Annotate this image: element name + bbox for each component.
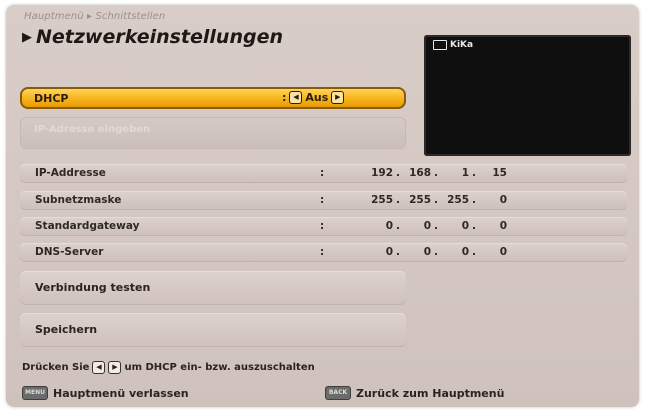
dhcp-label: DHCP [34, 92, 69, 105]
arrow-right-icon: ▶ [108, 361, 122, 374]
gateway-dot: . [434, 220, 438, 232]
exit-main-menu-label: Hauptmenü verlassen [53, 386, 189, 400]
subnet-octet-3: 255 [447, 194, 469, 206]
tv-preview [424, 35, 631, 156]
arrow-right-icon[interactable]: ▶ [331, 91, 345, 104]
breadcrumb: Hauptmenü ▸ Schnittstellen [24, 11, 166, 22]
ip-address-colon: : [320, 167, 325, 179]
gateway-octet-4: 0 [499, 220, 507, 232]
subnet-dot: . [396, 194, 400, 206]
subnet-octet-4: 0 [499, 194, 507, 206]
subnet-dot: . [434, 194, 438, 206]
dns-octet-2: 0 [423, 246, 431, 258]
dns-server-label: DNS-Server [35, 246, 104, 258]
hint-suffix: um DHCP ein- bzw. auszuschalten [124, 362, 315, 373]
back-main-menu-hint[interactable]: BACK Zurück zum Hauptmenü [325, 386, 504, 400]
ip-octet-3: 1 [461, 167, 469, 179]
page-title-text: Netzwerkeinstellungen [36, 26, 283, 48]
dns-server-colon: : [320, 246, 325, 258]
ip-entry-label: IP-Adresse eingeben [34, 124, 151, 135]
gateway-dot: . [396, 220, 400, 232]
subnet-mask-colon: : [320, 194, 325, 206]
ip-dot: . [396, 167, 400, 179]
menu-key-icon: MENU [22, 386, 48, 400]
arrow-left-icon: ◀ [92, 361, 106, 374]
ip-address-label: IP-Addresse [35, 167, 106, 179]
gateway-octet-3: 0 [461, 220, 469, 232]
page-title: ▶ Netzwerkeinstellungen [22, 26, 283, 48]
gateway-label: Standardgateway [35, 220, 140, 232]
subnet-dot: . [472, 194, 476, 206]
subnet-octet-1: 255 [371, 194, 393, 206]
hint-text: Drücken Sie ◀ ▶ um DHCP ein- bzw. auszus… [22, 361, 315, 374]
exit-main-menu-hint[interactable]: MENU Hauptmenü verlassen [22, 386, 189, 400]
dns-octet-1: 0 [385, 246, 393, 258]
dns-dot: . [472, 246, 476, 258]
dns-dot: . [434, 246, 438, 258]
subnet-mask-label: Subnetzmaske [35, 194, 122, 206]
dns-octet-4: 0 [499, 246, 507, 258]
ip-octet-4: 15 [492, 167, 507, 179]
test-connection-label: Verbindung testen [35, 281, 151, 294]
channel-badge: KiKa [433, 40, 473, 50]
arrow-left-icon[interactable]: ◀ [289, 91, 303, 104]
dns-octet-3: 0 [461, 246, 469, 258]
gateway-colon: : [320, 220, 325, 232]
save-label: Speichern [35, 323, 98, 336]
title-arrow-icon: ▶ [22, 30, 32, 45]
dhcp-row[interactable] [20, 87, 406, 109]
tv-icon [433, 40, 447, 50]
hint-prefix: Drücken Sie [22, 362, 90, 373]
ip-dot: . [434, 167, 438, 179]
ip-octet-1: 192 [371, 167, 393, 179]
channel-name: KiKa [450, 40, 474, 50]
dhcp-separator: : [282, 91, 287, 104]
ip-dot: . [472, 167, 476, 179]
back-key-icon: BACK [325, 386, 351, 400]
dhcp-selector[interactable]: : ◀ Aus ▶ [282, 91, 345, 104]
subnet-octet-2: 255 [409, 194, 431, 206]
gateway-octet-2: 0 [423, 220, 431, 232]
back-main-menu-label: Zurück zum Hauptmenü [356, 386, 505, 400]
ip-octet-2: 168 [409, 167, 431, 179]
gateway-dot: . [472, 220, 476, 232]
dns-dot: . [396, 246, 400, 258]
dhcp-value: Aus [305, 91, 329, 104]
gateway-octet-1: 0 [385, 220, 393, 232]
